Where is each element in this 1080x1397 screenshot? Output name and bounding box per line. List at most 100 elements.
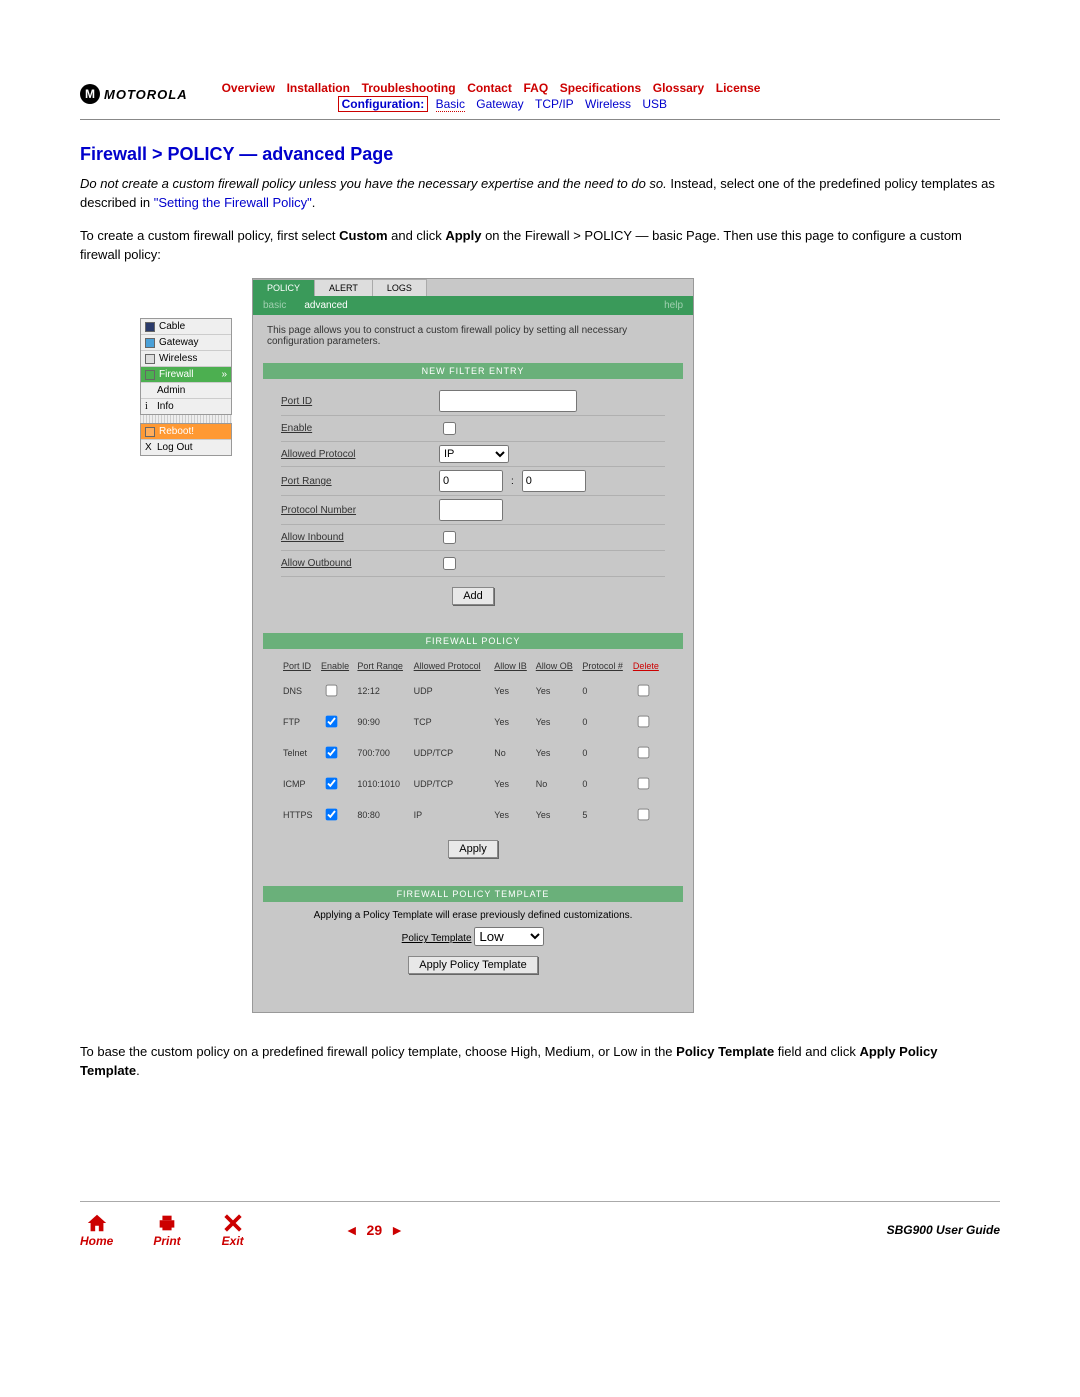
table-row: Telnet700:700UDP/TCPNoYes0 <box>281 737 665 768</box>
label-protocol-number: Protocol Number <box>281 505 431 516</box>
sidebar-item-info[interactable]: iInfo <box>141 399 231 414</box>
config-sidebar: Cable Gateway Wireless Firewall» Admin i… <box>140 318 232 1013</box>
row-delete-checkbox[interactable] <box>638 716 650 728</box>
nav-glossary[interactable]: Glossary <box>653 81 704 95</box>
closing-paragraph: To base the custom policy on a predefine… <box>80 1043 1000 1081</box>
th-port-range: Port Range <box>355 657 411 675</box>
select-allowed-protocol[interactable]: IP <box>439 445 509 463</box>
footer-print-button[interactable]: Print <box>153 1212 180 1248</box>
footer-exit-button[interactable]: Exit <box>221 1212 245 1248</box>
tab-policy[interactable]: POLICY <box>253 279 315 296</box>
home-icon <box>85 1212 109 1234</box>
intro-paragraph-1: Do not create a custom firewall policy u… <box>80 175 1000 213</box>
sidebar-item-cable[interactable]: Cable <box>141 319 231 335</box>
row-delete-checkbox[interactable] <box>638 778 650 790</box>
panel-description: This page allows you to construct a cust… <box>253 315 693 363</box>
nav-overview[interactable]: Overview <box>222 81 275 95</box>
checkbox-allow-inbound[interactable] <box>443 531 456 544</box>
input-port-range-start[interactable] <box>439 470 503 492</box>
section-bar-firewall-policy: FIREWALL POLICY <box>263 633 683 649</box>
link-setting-firewall-policy[interactable]: "Setting the Firewall Policy" <box>154 195 312 210</box>
select-policy-template[interactable]: Low <box>474 927 544 946</box>
next-page-icon[interactable]: ► <box>390 1222 404 1238</box>
input-protocol-number[interactable] <box>439 499 503 521</box>
nav-faq[interactable]: FAQ <box>523 81 548 95</box>
checkbox-enable[interactable] <box>443 422 456 435</box>
label-policy-template: Policy Template <box>402 933 472 944</box>
th-port-id: Port ID <box>281 657 319 675</box>
sidebar-item-reboot[interactable]: Reboot! <box>141 424 231 440</box>
label-enable: Enable <box>281 423 431 434</box>
th-enable: Enable <box>319 657 355 675</box>
row-delete-checkbox[interactable] <box>638 809 650 821</box>
apply-policy-template-button[interactable]: Apply Policy Template <box>408 956 537 974</box>
label-port-id: Port ID <box>281 396 431 407</box>
template-note: Applying a Policy Template will erase pr… <box>281 910 665 921</box>
nav-wireless[interactable]: Wireless <box>585 97 631 111</box>
top-nav-secondary: Configuration: Basic Gateway TCP/IP Wire… <box>338 97 1000 111</box>
intro-paragraph-2: To create a custom firewall policy, firs… <box>80 227 1000 265</box>
checkbox-allow-outbound[interactable] <box>443 557 456 570</box>
table-row: HTTPS80:80IPYesYes5 <box>281 799 665 830</box>
row-enable-checkbox[interactable] <box>326 778 338 790</box>
add-button[interactable]: Add <box>452 587 494 605</box>
section-bar-new-filter: NEW FILTER ENTRY <box>263 363 683 379</box>
nav-license[interactable]: License <box>716 81 761 95</box>
tab-alert[interactable]: ALERT <box>315 279 373 296</box>
sidebar-item-firewall[interactable]: Firewall» <box>141 367 231 383</box>
nav-contact[interactable]: Contact <box>467 81 512 95</box>
row-delete-checkbox[interactable] <box>638 685 650 697</box>
nav-basic[interactable]: Basic <box>436 97 465 112</box>
page-title: Firewall > POLICY — advanced Page <box>80 144 1000 165</box>
firewall-policy-table: Port ID Enable Port Range Allowed Protoc… <box>281 657 665 830</box>
footer-home-button[interactable]: Home <box>80 1212 113 1248</box>
top-nav-primary: Overview Installation Troubleshooting Co… <box>218 80 1000 95</box>
page-navigator: ◄ 29 ► <box>345 1222 404 1238</box>
input-port-id[interactable] <box>439 390 577 412</box>
sidebar-item-gateway[interactable]: Gateway <box>141 335 231 351</box>
brand-logo: M MOTOROLA <box>80 84 188 104</box>
tab-logs[interactable]: LOGS <box>373 279 427 296</box>
page-number: 29 <box>367 1222 383 1238</box>
nav-usb[interactable]: USB <box>642 97 667 111</box>
prev-page-icon[interactable]: ◄ <box>345 1222 359 1238</box>
subtab-help[interactable]: help <box>664 300 683 311</box>
close-icon <box>221 1212 245 1234</box>
nav-configuration[interactable]: Configuration: <box>338 96 429 112</box>
label-allow-inbound: Allow Inbound <box>281 532 431 543</box>
nav-tcpip[interactable]: TCP/IP <box>535 97 574 111</box>
label-port-range: Port Range <box>281 476 431 487</box>
table-row: DNS12:12UDPYesYes0 <box>281 675 665 706</box>
label-allow-outbound: Allow Outbound <box>281 558 431 569</box>
nav-gateway[interactable]: Gateway <box>476 97 523 111</box>
sidebar-item-wireless[interactable]: Wireless <box>141 351 231 367</box>
firewall-policy-panel: POLICY ALERT LOGS basic advanced help Th… <box>252 278 694 1013</box>
section-bar-policy-template: FIREWALL POLICY TEMPLATE <box>263 886 683 902</box>
subtab-basic[interactable]: basic <box>263 300 286 311</box>
nav-troubleshooting[interactable]: Troubleshooting <box>362 81 456 95</box>
subtab-advanced[interactable]: advanced <box>304 300 347 311</box>
row-enable-checkbox[interactable] <box>326 747 338 759</box>
th-allowed-protocol: Allowed Protocol <box>412 657 493 675</box>
nav-specifications[interactable]: Specifications <box>560 81 641 95</box>
row-delete-checkbox[interactable] <box>638 747 650 759</box>
apply-button[interactable]: Apply <box>448 840 498 858</box>
table-row: ICMP1010:1010UDP/TCPYesNo0 <box>281 768 665 799</box>
row-enable-checkbox[interactable] <box>326 809 338 821</box>
th-delete: Delete <box>631 657 665 675</box>
sidebar-item-logout[interactable]: XLog Out <box>141 440 231 455</box>
brand-text: MOTOROLA <box>104 87 188 102</box>
nav-installation[interactable]: Installation <box>287 81 350 95</box>
label-allowed-protocol: Allowed Protocol <box>281 449 431 460</box>
sidebar-item-admin[interactable]: Admin <box>141 383 231 399</box>
th-protocol-num: Protocol # <box>580 657 631 675</box>
table-row: FTP90:90TCPYesYes0 <box>281 706 665 737</box>
th-allow-ib: Allow IB <box>492 657 533 675</box>
guide-title: SBG900 User Guide <box>887 1223 1000 1237</box>
motorola-batwing-icon: M <box>80 84 100 104</box>
input-port-range-end[interactable] <box>522 470 586 492</box>
th-allow-ob: Allow OB <box>534 657 581 675</box>
row-enable-checkbox[interactable] <box>326 716 338 728</box>
row-enable-checkbox[interactable] <box>326 685 338 697</box>
print-icon <box>155 1212 179 1234</box>
